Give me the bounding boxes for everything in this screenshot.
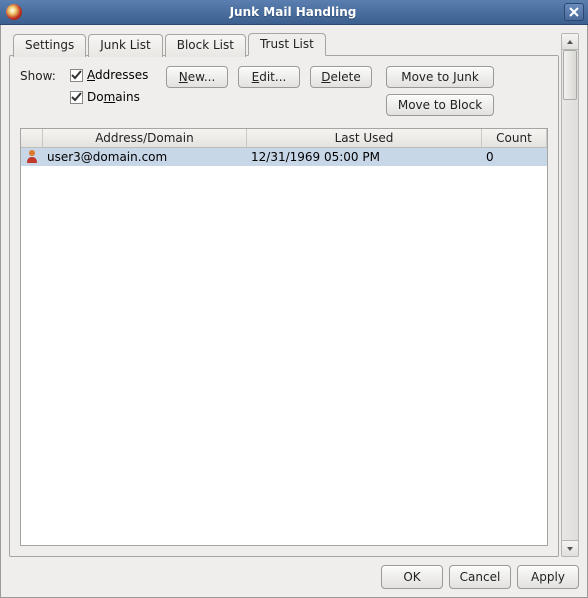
move-to-block-button[interactable]: Move to Block xyxy=(386,94,494,116)
row-icon-cell xyxy=(21,149,43,166)
close-button[interactable] xyxy=(564,3,584,21)
checkbox-label: Domains xyxy=(87,90,140,104)
table-body[interactable]: user3@domain.com 12/31/1969 05:00 PM 0 xyxy=(21,148,547,545)
checkmark-icon xyxy=(71,70,82,81)
checkbox-box xyxy=(70,69,83,82)
trust-list-table: Address/Domain Last Used Count user3@dom… xyxy=(20,128,548,546)
window-body: Settings Junk List Block List Trust List… xyxy=(0,25,588,598)
ok-button[interactable]: OK xyxy=(381,565,443,589)
delete-button[interactable]: Delete xyxy=(310,66,372,88)
tab-label: Block List xyxy=(177,38,234,52)
column-icon[interactable] xyxy=(21,129,43,147)
vertical-scrollbar[interactable] xyxy=(561,33,579,557)
tab-trust-list[interactable]: Trust List xyxy=(248,33,326,56)
edit-button[interactable]: Edit... xyxy=(238,66,300,88)
row-count: 0 xyxy=(482,150,547,164)
checkbox-box xyxy=(70,91,83,104)
tab-label: Trust List xyxy=(260,37,314,51)
row-last-used: 12/31/1969 05:00 PM xyxy=(247,150,482,164)
checkmark-icon xyxy=(71,92,82,103)
move-to-junk-button[interactable]: Move to Junk xyxy=(386,66,494,88)
chevron-down-icon xyxy=(566,545,574,553)
addresses-checkbox[interactable]: Addresses xyxy=(70,68,156,82)
show-label: Show: xyxy=(20,66,64,83)
tab-label: Settings xyxy=(25,38,74,52)
scroll-up-arrow[interactable] xyxy=(562,34,578,50)
column-address[interactable]: Address/Domain xyxy=(43,129,247,147)
tab-block-list[interactable]: Block List xyxy=(165,34,246,57)
titlebar[interactable]: Junk Mail Handling xyxy=(0,0,588,25)
close-icon xyxy=(569,7,579,17)
tab-junk-list[interactable]: Junk List xyxy=(88,34,163,57)
scroll-track[interactable] xyxy=(562,50,578,540)
row-address: user3@domain.com xyxy=(43,150,247,164)
domains-checkbox[interactable]: Domains xyxy=(70,90,156,104)
checkbox-label: Addresses xyxy=(87,68,148,82)
scroll-down-arrow[interactable] xyxy=(562,540,578,556)
scroll-thumb[interactable] xyxy=(563,50,577,100)
tab-label: Junk List xyxy=(100,38,151,52)
cancel-button[interactable]: Cancel xyxy=(449,565,511,589)
new-button[interactable]: New... xyxy=(166,66,228,88)
column-count[interactable]: Count xyxy=(482,129,547,147)
person-icon xyxy=(25,149,39,163)
column-last-used[interactable]: Last Used xyxy=(247,129,482,147)
tab-settings[interactable]: Settings xyxy=(13,34,86,57)
window-title: Junk Mail Handling xyxy=(22,5,564,19)
chevron-up-icon xyxy=(566,38,574,46)
tab-strip: Settings Junk List Block List Trust List xyxy=(13,33,559,56)
apply-button[interactable]: Apply xyxy=(517,565,579,589)
trust-list-panel: Show: Addresses Domains xyxy=(9,55,559,557)
app-icon xyxy=(6,4,22,20)
dialog-buttons: OK Cancel Apply xyxy=(1,557,587,597)
table-header: Address/Domain Last Used Count xyxy=(21,129,547,148)
table-row[interactable]: user3@domain.com 12/31/1969 05:00 PM 0 xyxy=(21,148,547,166)
